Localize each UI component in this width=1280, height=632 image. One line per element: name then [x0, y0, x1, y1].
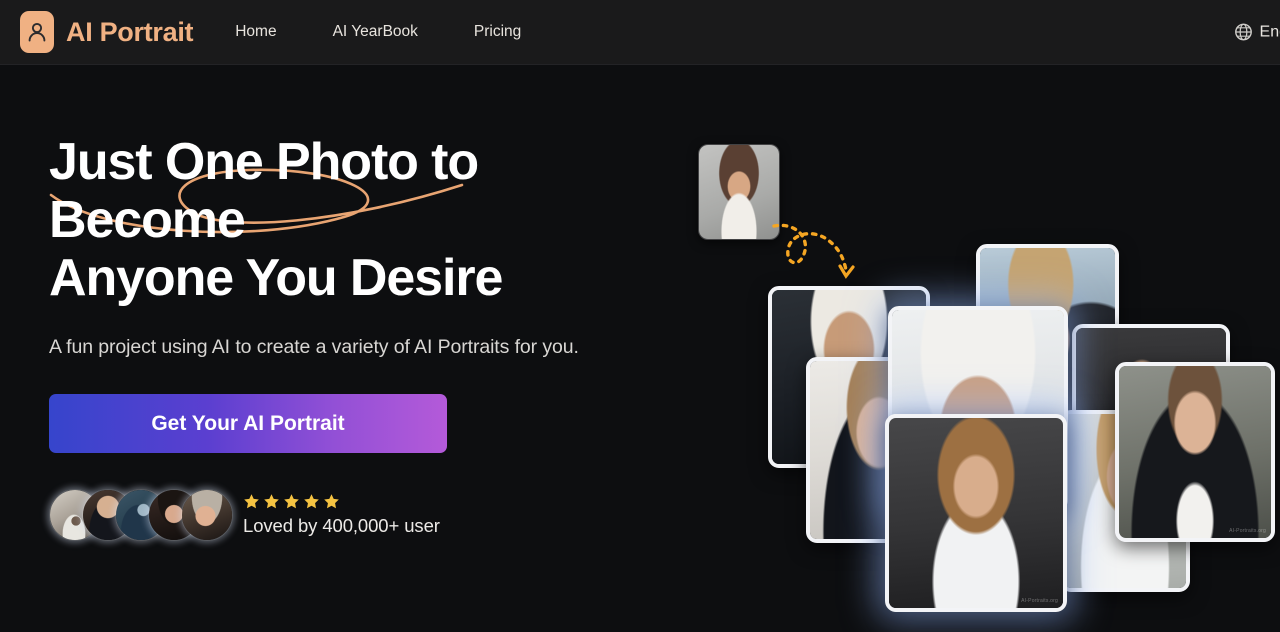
hero-section: Just One Photo to Become Anyone You Desi… [49, 133, 689, 541]
star-icon [284, 494, 299, 509]
nav-home[interactable]: Home [235, 17, 276, 47]
landing-page: AI Portrait Home AI YearBook Pricing Eng… [0, 0, 1280, 632]
star-icon [264, 494, 279, 509]
language-selector[interactable]: Eng [1234, 23, 1280, 42]
portrait-card-suit[interactable]: AI-Portraits.org [1115, 362, 1275, 542]
language-label: Eng [1259, 23, 1280, 40]
star-icon [244, 494, 259, 509]
source-portrait-photo[interactable] [698, 144, 780, 240]
avatar-group [49, 489, 233, 541]
portrait-collage: AI-Portraits.org AI-Portraits.org AI-Por… [640, 70, 1280, 632]
globe-icon [1234, 23, 1252, 41]
social-proof: Loved by 400,000+ user [49, 489, 689, 541]
star-rating [243, 493, 440, 510]
star-icon [324, 494, 339, 509]
page-title-line-1: Just One Photo to Become [49, 133, 479, 249]
nav-ai-yearbook[interactable]: AI YearBook [333, 17, 418, 47]
rating-block: Loved by 400,000+ user [243, 493, 440, 537]
get-your-ai-portrait-button[interactable]: Get Your AI Portrait [49, 394, 447, 453]
nav-pricing[interactable]: Pricing [474, 17, 521, 47]
portrait-card-doctor[interactable]: AI-Portraits.org [885, 414, 1067, 612]
dashed-transform-arrow [772, 223, 855, 279]
watermark: AI-Portraits.org [1021, 598, 1058, 604]
star-icon [304, 494, 319, 509]
page-title: Just One Photo to Become Anyone You Desi… [49, 133, 669, 307]
top-navigation-bar: AI Portrait Home AI YearBook Pricing Eng [0, 0, 1280, 65]
main-nav: Home AI YearBook Pricing [235, 17, 577, 47]
loved-by-text: Loved by 400,000+ user [243, 515, 440, 536]
brand-name: AI Portrait [66, 16, 194, 47]
hero-subtitle: A fun project using AI to create a varie… [49, 336, 579, 358]
avatar-5 [181, 489, 233, 541]
user-portrait-icon [20, 11, 54, 53]
page-title-line-2: Anyone You Desire [49, 249, 503, 307]
brand-logo[interactable]: AI Portrait [20, 11, 194, 53]
watermark: AI-Portraits.org [1229, 528, 1266, 534]
